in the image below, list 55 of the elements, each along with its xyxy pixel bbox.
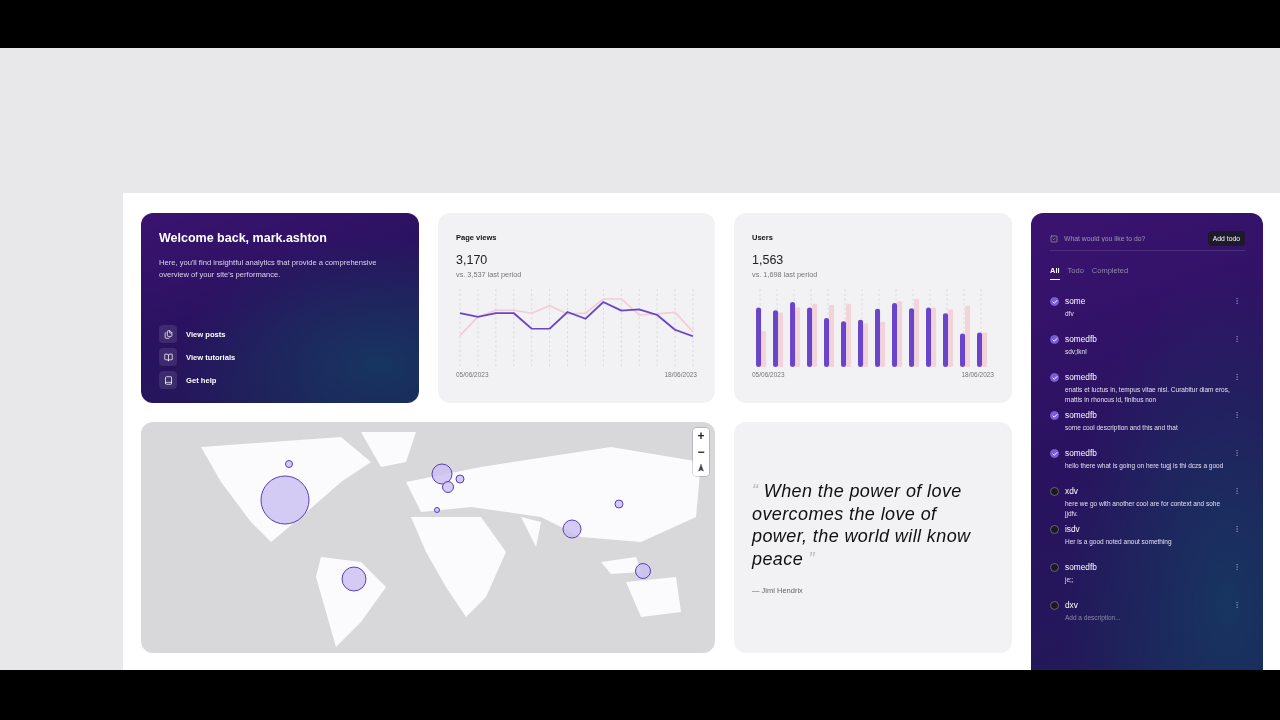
todo-checkbox[interactable] [1050,525,1059,534]
previous-period-bar [914,299,920,367]
previous-period-bar [829,304,835,367]
welcome-title: Welcome back, mark.ashton [159,231,328,245]
stat-value: 3,170 [456,253,489,267]
previous-period-bar [982,332,988,367]
current-period-bar [858,319,864,367]
todo-title: somedfb [1065,410,1098,420]
current-period-bar [909,308,915,367]
previous-period-bar [965,305,971,367]
current-period-bar [977,332,983,367]
book-icon [163,352,173,362]
todo-title: somedfb [1065,372,1098,382]
todo-checkbox[interactable] [1050,297,1059,306]
current-period-bar [943,313,949,367]
todo-title: dxv [1065,600,1079,610]
current-period-bar [773,310,779,367]
current-period-bar [790,302,796,367]
quote-text: “ When the power of love overcomes the love of power, the world will know peace ” [752,480,972,570]
current-period-bar [875,308,881,367]
copy-icon [163,329,173,339]
previous-period-bar [795,307,801,367]
previous-period-bar [761,330,767,367]
todo-checkbox[interactable] [1050,563,1059,572]
todo-title: somedfb [1065,334,1098,344]
current-period-bar [807,307,813,367]
current-period-bar [756,307,762,367]
todo-checkbox[interactable] [1050,373,1059,382]
todo-checkbox[interactable] [1050,601,1059,610]
previous-period-bar [778,312,784,367]
checkbox-icon [1050,234,1058,243]
todo-checkbox[interactable] [1050,335,1059,344]
todo-title: somedfb [1065,562,1098,572]
todo-checkbox[interactable] [1050,411,1059,420]
todo-title: isdv [1065,524,1081,534]
todo-checkbox[interactable] [1050,449,1059,458]
previous-period-bar [880,321,886,367]
current-period-bar [824,317,830,367]
todo-checkbox[interactable] [1050,487,1059,496]
previous-period-bar [897,300,903,367]
closed-book-icon [163,375,173,385]
previous-period-bar [863,323,869,367]
todo-title: somedfb [1065,448,1098,458]
previous-period-bar [931,307,937,367]
previous-period-bar [846,303,852,367]
previous-period-bar [812,303,818,367]
previous-period-bar [948,309,954,367]
compass-icon [697,464,705,472]
current-period-bar [960,333,966,367]
stat-value: 1,563 [752,253,785,267]
current-period-bar [892,303,898,367]
todo-title: xdv [1065,486,1079,496]
current-period-bar [841,321,847,367]
current-period-bar [926,307,932,367]
todo-title: some [1065,296,1087,306]
